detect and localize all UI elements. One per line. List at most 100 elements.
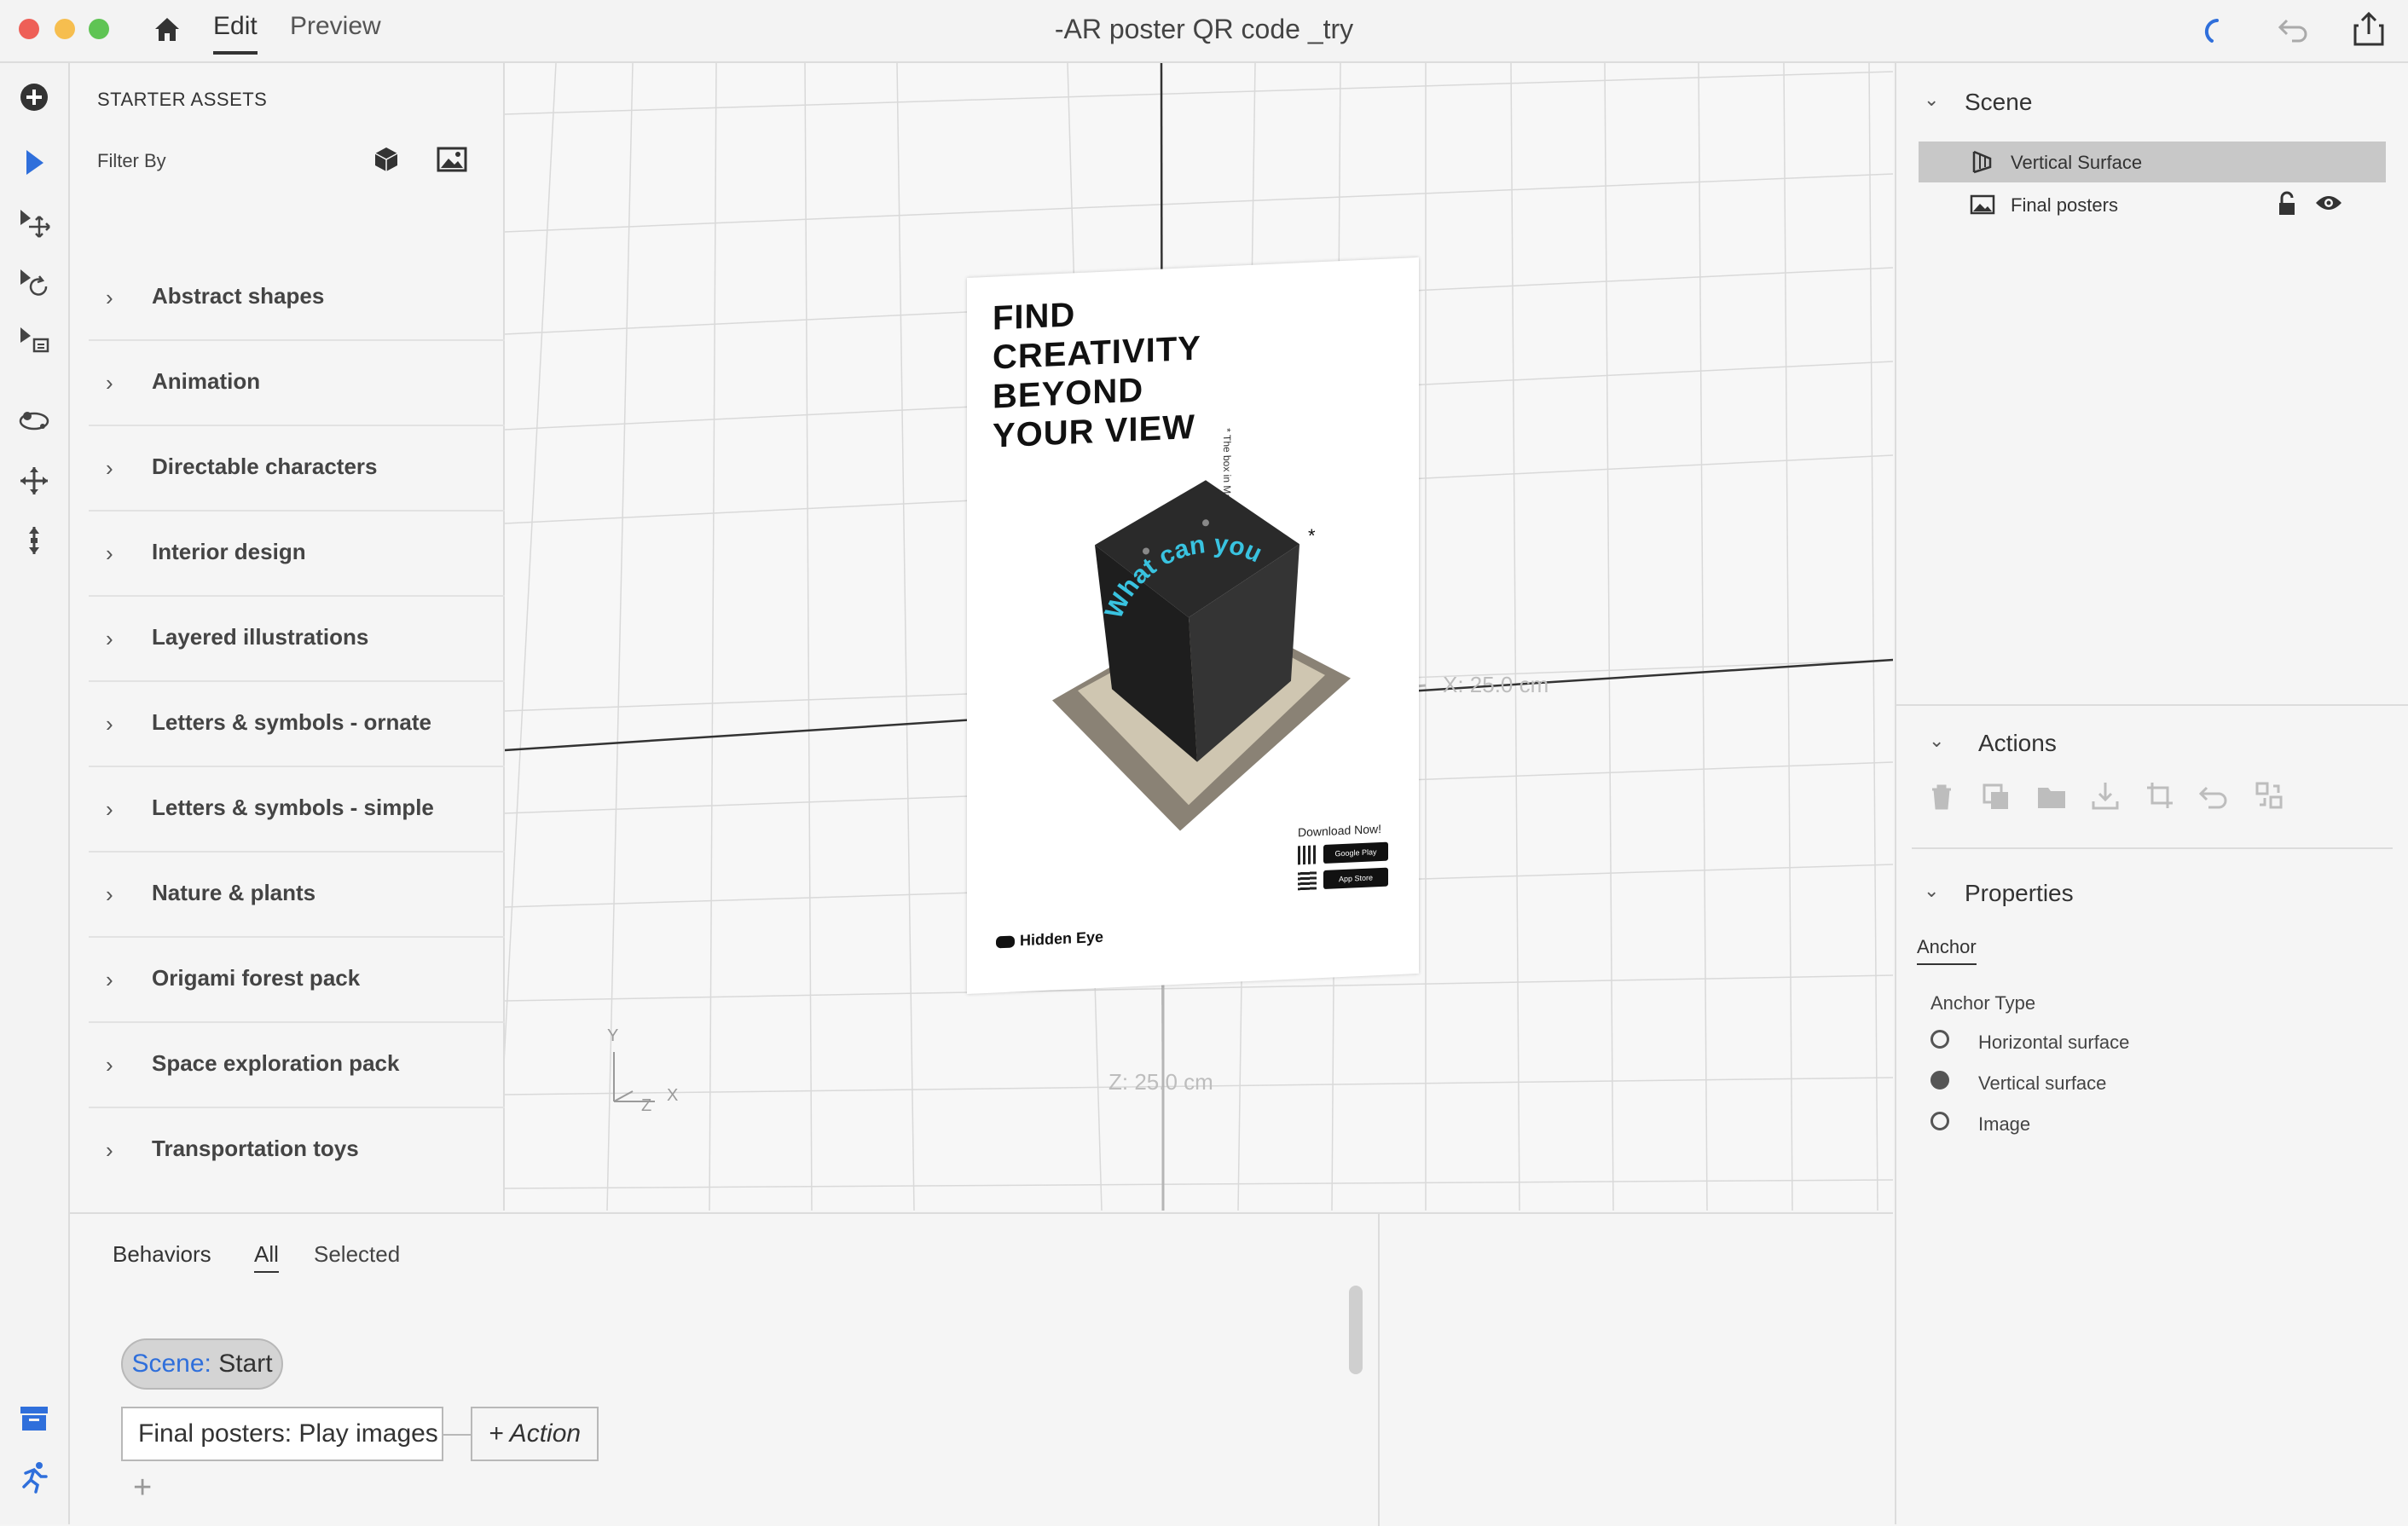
dolly-icon[interactable] bbox=[15, 522, 53, 559]
import-icon[interactable] bbox=[2091, 781, 2120, 814]
scene-section-title: Scene bbox=[1965, 89, 2033, 115]
add-action-button[interactable]: + Action bbox=[471, 1407, 599, 1461]
eye-icon[interactable] bbox=[2314, 193, 2343, 217]
scene-item-label: Final posters bbox=[2011, 194, 2118, 216]
undo-icon[interactable] bbox=[2277, 15, 2311, 50]
filter-image-icon[interactable] bbox=[437, 147, 467, 176]
asset-category-layered-illustrations[interactable]: › Layered illustrations bbox=[89, 597, 506, 682]
right-panel: ⌄ Scene Vertical Surface Final posters ⌄… bbox=[1895, 63, 2408, 1524]
behaviors-title: Behaviors bbox=[113, 1241, 211, 1267]
trash-icon[interactable] bbox=[1929, 783, 1954, 816]
anchor-option-label: Image bbox=[1978, 1113, 2031, 1135]
asset-category-label: Nature & plants bbox=[152, 880, 316, 905]
behaviors-panel: Behaviors All Selected Scene: Start Fina… bbox=[70, 1212, 1380, 1526]
scene-item-vertical-surface[interactable]: Vertical Surface bbox=[1919, 142, 2386, 182]
anchor-option-label: Horizontal surface bbox=[1978, 1032, 2130, 1053]
asset-category-label: Animation bbox=[152, 368, 261, 394]
orbit-icon[interactable] bbox=[15, 402, 53, 440]
asset-category-origami-forest-pack[interactable]: › Origami forest pack bbox=[89, 938, 506, 1023]
tab-anchor[interactable]: Anchor bbox=[1917, 936, 1977, 965]
asset-category-interior-design[interactable]: › Interior design bbox=[89, 512, 506, 597]
asset-category-animation[interactable]: › Animation bbox=[89, 341, 506, 426]
poster-image[interactable]: FIND CREATIVITY BEYOND YOUR VIEW * The b… bbox=[967, 257, 1419, 994]
chevron-down-icon[interactable]: ⌄ bbox=[1929, 730, 1944, 752]
poster-headline-line: YOUR VIEW bbox=[993, 408, 1195, 455]
scale-tool-icon[interactable] bbox=[15, 322, 53, 360]
chevron-right-icon: › bbox=[106, 967, 113, 992]
duplicate-icon[interactable] bbox=[1982, 783, 2011, 816]
tab-all[interactable]: All bbox=[254, 1241, 279, 1273]
crop-icon[interactable] bbox=[2145, 781, 2174, 814]
left-toolbar bbox=[0, 63, 70, 1524]
asset-category-abstract-shapes[interactable]: › Abstract shapes bbox=[89, 256, 506, 341]
radio-unchecked-icon bbox=[1930, 1112, 1949, 1130]
filter-3d-icon[interactable] bbox=[372, 145, 401, 178]
3d-viewport[interactable]: X: 25.0 cm Z: 25.0 cm Y X Z FIND CREATIV… bbox=[505, 63, 1893, 1211]
asset-category-letters-symbols-ornate[interactable]: › Letters & symbols - ornate bbox=[89, 682, 506, 767]
share-icon[interactable] bbox=[2352, 10, 2386, 52]
anchor-option-horizontal-surface[interactable]: Horizontal surface bbox=[1930, 1028, 2237, 1057]
add-icon[interactable] bbox=[15, 78, 53, 116]
chevron-right-icon: › bbox=[106, 881, 113, 907]
poster-brand-label: Hidden Eye bbox=[1020, 928, 1104, 950]
move-tool-icon[interactable] bbox=[15, 205, 53, 242]
anchor-type-label: Anchor Type bbox=[1930, 992, 2036, 1014]
asset-category-label: Abstract shapes bbox=[152, 283, 325, 309]
google-play-badge: Google Play bbox=[1323, 841, 1388, 864]
poster-box-illustration: What can you see beyond the box? * bbox=[1027, 465, 1351, 831]
tab-selected[interactable]: Selected bbox=[314, 1241, 400, 1268]
qr-code-icon bbox=[1298, 845, 1317, 865]
chevron-right-icon: › bbox=[106, 1137, 113, 1163]
scene-item-final-posters[interactable]: Final posters bbox=[1919, 184, 2386, 225]
image-icon bbox=[1970, 194, 1995, 219]
assets-header: STARTER ASSETS bbox=[97, 89, 268, 110]
radio-checked-icon bbox=[1930, 1071, 1949, 1090]
asset-category-label: Directable characters bbox=[152, 454, 378, 479]
asset-category-label: Space exploration pack bbox=[152, 1050, 400, 1076]
pan-icon[interactable] bbox=[15, 462, 53, 500]
asset-category-nature-plants[interactable]: › Nature & plants bbox=[89, 853, 506, 938]
behaviors-running-icon[interactable] bbox=[15, 1458, 53, 1495]
asset-category-transportation-toys[interactable]: › Transportation toys bbox=[89, 1108, 506, 1192]
undo-transform-icon[interactable] bbox=[2198, 784, 2229, 814]
chevron-right-icon: › bbox=[106, 711, 113, 737]
starter-assets-panel: STARTER ASSETS Filter By › Abstract shape… bbox=[70, 63, 506, 1211]
scrollbar-thumb[interactable] bbox=[1349, 1286, 1363, 1374]
chevron-down-icon[interactable]: ⌄ bbox=[1924, 880, 1939, 902]
asset-category-letters-symbols-simple[interactable]: › Letters & symbols - simple bbox=[89, 767, 506, 853]
sync-spinner-icon bbox=[2195, 14, 2229, 52]
folder-icon[interactable] bbox=[2036, 784, 2067, 814]
axis-y-label: Y bbox=[607, 1026, 619, 1045]
poster-asterisk: * bbox=[1308, 524, 1316, 546]
radio-unchecked-icon bbox=[1930, 1030, 1949, 1049]
archive-icon[interactable] bbox=[15, 1400, 53, 1437]
rotate-tool-icon[interactable] bbox=[15, 264, 53, 302]
poster-brand: Hidden Eye bbox=[996, 928, 1103, 951]
asset-category-label: Letters & symbols - ornate bbox=[152, 709, 431, 735]
trigger-scene-start[interactable]: Scene: Start bbox=[121, 1338, 283, 1390]
action-final-posters-play-images[interactable]: Final posters: Play images bbox=[121, 1407, 443, 1461]
scene-item-label: Vertical Surface bbox=[2011, 152, 2143, 173]
asset-category-label: Letters & symbols - simple bbox=[152, 795, 434, 820]
asset-category-directable-characters[interactable]: › Directable characters bbox=[89, 426, 506, 512]
properties-section-title: Properties bbox=[1965, 880, 2074, 906]
unlock-icon[interactable] bbox=[2277, 191, 2297, 221]
asset-category-space-exploration-pack[interactable]: › Space exploration pack bbox=[89, 1023, 506, 1108]
z-measure-label: Z: 25.0 cm bbox=[1108, 1069, 1213, 1095]
anchor-option-vertical-surface[interactable]: Vertical surface bbox=[1930, 1069, 2237, 1098]
chevron-right-icon: › bbox=[106, 1052, 113, 1078]
title-bar: Edit Preview -AR poster QR code _try bbox=[0, 0, 2408, 63]
filter-by-label: Filter By bbox=[97, 150, 166, 171]
action-connector bbox=[443, 1434, 472, 1436]
axis-x-label: X bbox=[667, 1086, 679, 1105]
replace-icon[interactable] bbox=[2255, 781, 2284, 814]
poster-download-text: Download Now! bbox=[1298, 821, 1382, 840]
anchor-option-image[interactable]: Image bbox=[1930, 1110, 2237, 1139]
add-trigger-icon[interactable]: + bbox=[133, 1470, 152, 1506]
chevron-down-icon[interactable]: ⌄ bbox=[1924, 89, 1939, 111]
binoculars-icon bbox=[996, 935, 1015, 949]
select-tool-icon[interactable] bbox=[15, 143, 53, 181]
active-tab-underline bbox=[213, 51, 258, 55]
asset-category-label: Origami forest pack bbox=[152, 965, 361, 991]
chevron-right-icon: › bbox=[106, 796, 113, 822]
